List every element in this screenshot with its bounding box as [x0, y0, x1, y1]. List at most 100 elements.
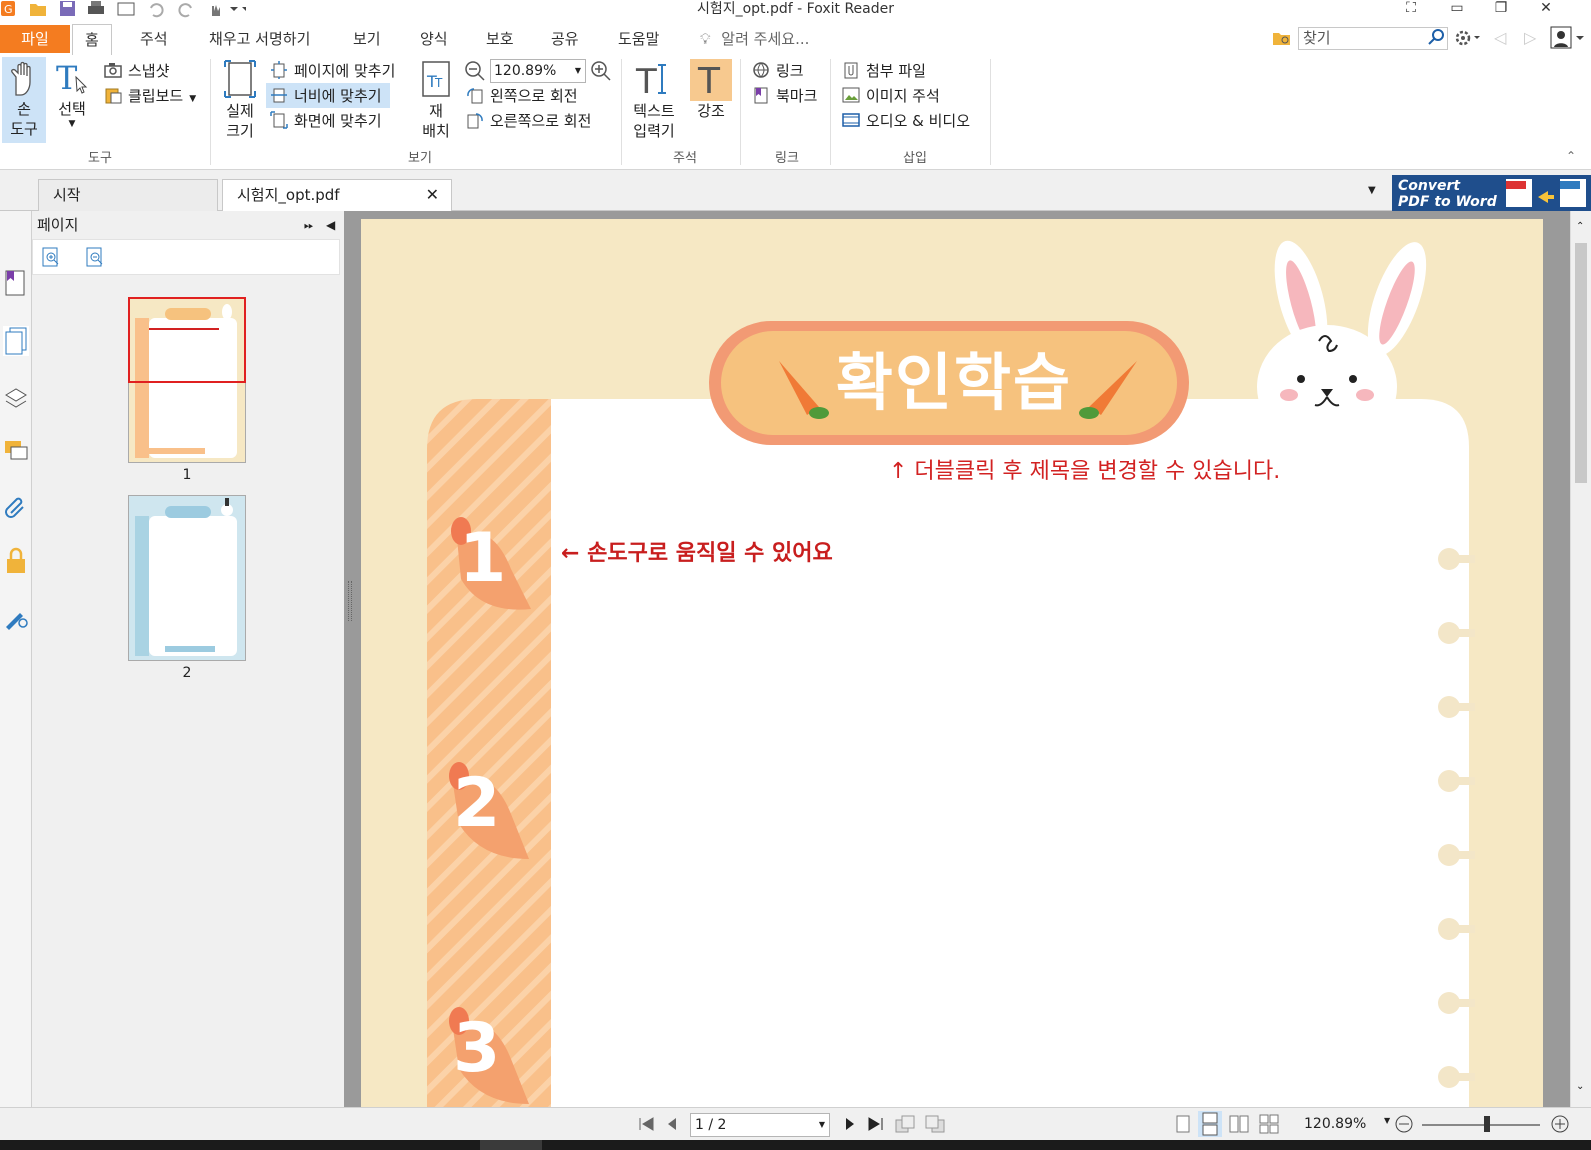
nav-back-icon[interactable]: ◁: [1494, 28, 1510, 48]
continuous-view-icon[interactable]: [1198, 1111, 1222, 1137]
continuous-facing-view-icon[interactable]: [1258, 1114, 1280, 1134]
link-button[interactable]: 링크: [752, 60, 804, 81]
rotate-left-button[interactable]: 왼쪽으로 회전: [466, 85, 578, 106]
reflow-button[interactable]: TT 재 배치: [414, 59, 458, 145]
zoom-out-icon[interactable]: [464, 60, 486, 82]
bookmarks-panel-icon[interactable]: [3, 269, 29, 299]
fit-page-icon: [270, 61, 288, 79]
minimize-icon[interactable]: ▭: [1442, 0, 1472, 18]
tab-view[interactable]: 보기: [353, 28, 381, 54]
taskbar-active-app[interactable]: [480, 1140, 542, 1150]
last-page-icon[interactable]: [866, 1114, 886, 1134]
nav-forward-icon[interactable]: ▷: [1524, 28, 1540, 48]
close-tab-icon[interactable]: ✕: [426, 180, 439, 210]
pdf-page[interactable]: 확인학습 ↑ 더블클릭 후 제목을 변경할 수 있습니다. ← 손도구로 움직일…: [361, 219, 1543, 1107]
tell-me-box[interactable]: 💡︎ 알려 주세요...: [700, 28, 809, 54]
attachments-panel-icon[interactable]: [3, 491, 29, 521]
splitter-grip[interactable]: [348, 581, 352, 621]
tab-comment[interactable]: 주석: [140, 28, 168, 54]
zoom-slider-track[interactable]: [1422, 1124, 1540, 1126]
highlight-button[interactable]: T 강조: [690, 59, 732, 125]
restore-ribbon-icon[interactable]: ⛶: [1396, 0, 1426, 18]
close-icon[interactable]: ✕: [1531, 0, 1561, 18]
search-input[interactable]: 찾기: [1298, 27, 1448, 50]
panel-splitter[interactable]: [344, 211, 358, 1107]
zoom-in-icon[interactable]: [590, 60, 612, 82]
tab-document[interactable]: 시험지_opt.pdf ✕: [222, 179, 452, 211]
status-zoom-in-icon[interactable]: [1550, 1114, 1570, 1134]
clipboard-dropdown-icon: ▼: [189, 94, 197, 104]
vertical-scrollbar[interactable]: ⌃ ⌄: [1570, 211, 1591, 1107]
security-panel-icon[interactable]: [3, 546, 29, 576]
user-account-icon[interactable]: [1550, 26, 1588, 50]
scrollbar-thumb[interactable]: [1575, 243, 1587, 483]
undo-icon[interactable]: [146, 0, 166, 18]
expand-panel-icon[interactable]: ⏩︎: [304, 211, 314, 239]
rotate-right-button[interactable]: 오른쪽으로 회전: [466, 110, 591, 131]
open-folder-icon[interactable]: [28, 0, 48, 18]
snapshot-button[interactable]: 스냅샷: [104, 60, 169, 81]
previous-view-icon[interactable]: [894, 1114, 916, 1134]
tab-list-dropdown-icon[interactable]: ▼: [1368, 185, 1376, 196]
fit-width-button[interactable]: 너비에 맞추기: [266, 83, 390, 108]
zoom-combobox[interactable]: 120.89% ▼: [490, 59, 586, 83]
enlarge-thumbnail-icon[interactable]: [41, 246, 61, 268]
facing-view-icon[interactable]: [1228, 1114, 1250, 1134]
tab-fill-sign[interactable]: 채우고 서명하기: [209, 28, 310, 54]
next-view-icon[interactable]: [924, 1114, 946, 1134]
previous-page-icon[interactable]: [664, 1114, 680, 1134]
pages-panel-icon[interactable]: [3, 326, 29, 356]
folder-search-icon[interactable]: [1272, 28, 1292, 48]
hand-dropdown-icon[interactable]: [206, 0, 250, 18]
page-thumbnail-2[interactable]: [128, 495, 246, 661]
scroll-up-icon[interactable]: ⌃: [1576, 221, 1584, 232]
worksheet-title[interactable]: 확인학습: [809, 343, 1099, 423]
comments-panel-icon[interactable]: [3, 436, 29, 466]
bookmark-button[interactable]: 북마크: [752, 85, 817, 106]
actual-size-button[interactable]: 실제 크기: [218, 59, 262, 145]
select-tool-button[interactable]: T 선택 ▼: [52, 59, 92, 139]
collapse-panel-icon[interactable]: ◀: [326, 211, 335, 239]
single-page-view-icon[interactable]: [1174, 1114, 1192, 1134]
select-text-icon: T: [52, 59, 92, 99]
audio-video-button[interactable]: 오디오 & 비디오: [842, 110, 970, 131]
typewriter-button[interactable]: T 텍스트 입력기: [628, 59, 680, 145]
search-icon[interactable]: [1428, 28, 1446, 46]
page-number-input[interactable]: 1 / 2 ▼: [690, 1113, 830, 1137]
tab-home[interactable]: 홈: [72, 24, 112, 55]
redo-icon[interactable]: [176, 0, 196, 18]
status-zoom-out-icon[interactable]: [1394, 1114, 1414, 1134]
collapse-ribbon-icon[interactable]: ⌃: [1566, 149, 1576, 163]
properties-icon[interactable]: [116, 0, 136, 18]
tab-share[interactable]: 공유: [551, 28, 579, 54]
zoom-slider-thumb[interactable]: [1484, 1116, 1490, 1132]
tab-form[interactable]: 양식: [420, 28, 448, 54]
convert-pdf-to-word-banner[interactable]: Convert PDF to Word: [1392, 175, 1591, 211]
fit-visible-button[interactable]: 화면에 맞추기: [270, 110, 382, 131]
layers-panel-icon[interactable]: [3, 381, 29, 411]
signatures-panel-icon[interactable]: [3, 601, 29, 631]
tab-file[interactable]: 파일: [0, 25, 70, 53]
maximize-icon[interactable]: ❐: [1486, 0, 1516, 18]
save-icon[interactable]: [58, 0, 78, 18]
reduce-thumbnail-icon[interactable]: [85, 246, 105, 268]
first-page-icon[interactable]: [636, 1114, 656, 1134]
settings-gear-icon[interactable]: [1454, 28, 1482, 48]
document-viewer[interactable]: 확인학습 ↑ 더블클릭 후 제목을 변경할 수 있습니다. ← 손도구로 움직일…: [358, 211, 1570, 1107]
scroll-down-icon[interactable]: ⌄: [1576, 1081, 1584, 1092]
status-zoom-value[interactable]: 120.89%: [1304, 1116, 1366, 1132]
fit-page-button[interactable]: 페이지에 맞추기: [270, 60, 395, 81]
next-page-icon[interactable]: [842, 1114, 858, 1134]
page-thumbnail-1[interactable]: [128, 297, 246, 463]
hand-tool-button[interactable]: 손 도구: [2, 57, 46, 143]
tab-start[interactable]: 시작: [38, 179, 218, 211]
lightbulb-icon: 💡︎: [700, 30, 711, 48]
tab-protect[interactable]: 보호: [486, 28, 514, 54]
status-zoom-dropdown-icon[interactable]: ▼: [1384, 1116, 1390, 1125]
tab-help[interactable]: 도움말: [618, 28, 659, 54]
visible-area-frame[interactable]: [128, 297, 246, 383]
print-icon[interactable]: [86, 0, 106, 18]
clipboard-button[interactable]: 클립보드 ▼: [104, 85, 196, 106]
attach-file-button[interactable]: 첨부 파일: [842, 60, 926, 81]
image-annotation-button[interactable]: 이미지 주석: [842, 85, 940, 106]
